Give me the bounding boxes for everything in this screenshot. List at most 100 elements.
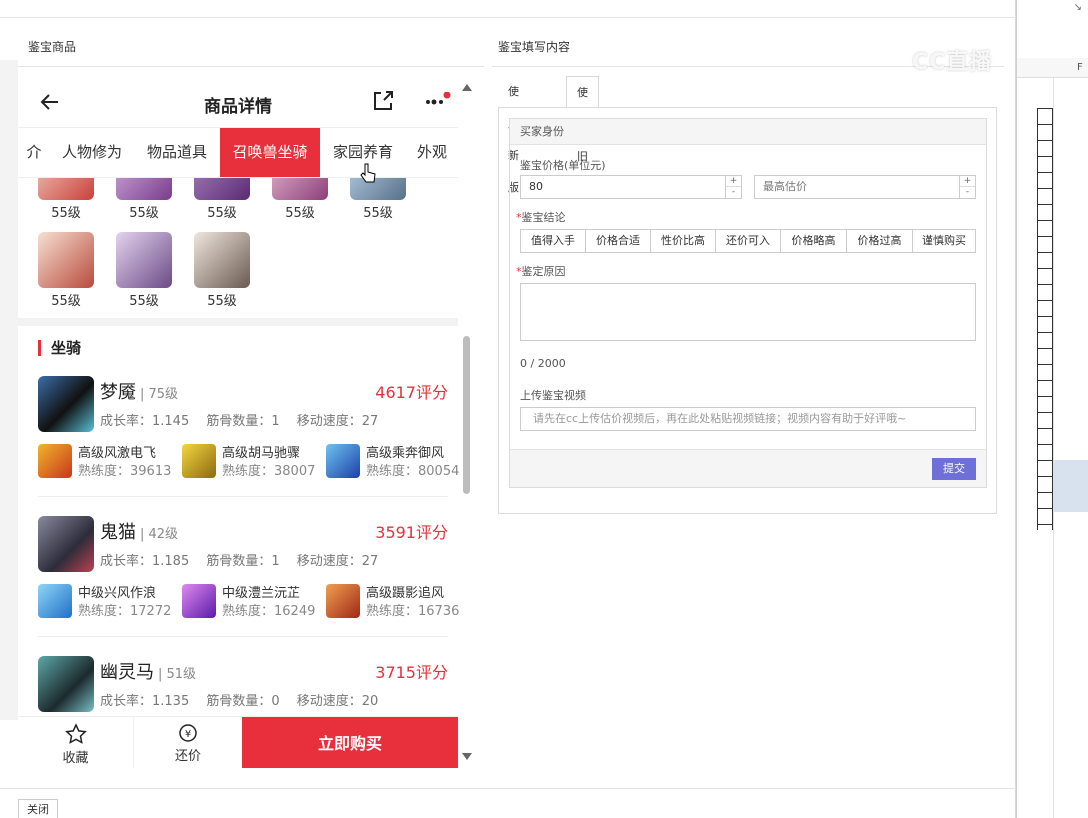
skill-proficiency: 熟练度：16249 [222,604,316,619]
pet-card[interactable]: 55级 [350,178,406,221]
star-icon [64,723,87,744]
tab-pets-mounts[interactable]: 召唤兽坐骑 [220,128,320,177]
scroll-down-icon[interactable] [462,753,472,760]
background-spreadsheet: ↘ F [1016,0,1088,818]
pet-card[interactable]: 55级 [116,232,172,309]
pet-card[interactable]: 55级 [194,232,250,309]
pet-card[interactable]: 55级 [38,178,94,221]
pet-level: 55级 [363,206,393,221]
mount-divider [38,636,448,637]
conclusion-option[interactable]: 值得入手 [520,229,586,253]
skill-proficiency: 熟练度：17272 [78,604,172,619]
mount-name: 幽灵马 [100,662,154,683]
pet-level: 55级 [207,294,237,309]
yen-icon: ¥ [179,724,197,742]
pet-level: 55级 [51,206,81,221]
reason-label-text: 鉴定原因 [521,265,566,278]
mount-level: | 42级 [140,527,179,542]
pet-level: 55级 [51,294,81,309]
mount-avatar [38,376,94,432]
mount-score: 4617评分 [375,383,448,402]
tab-new-version[interactable]: 使用新版 [498,76,529,194]
right-section-title: 鉴宝填写内容 [498,40,571,54]
submit-button[interactable]: 提交 [932,458,976,480]
scroll-thumb[interactable] [463,336,470,494]
mount-name: 梦魇 [100,382,136,403]
dialog-header [0,0,1016,18]
pet-card[interactable]: 55级 [194,178,250,221]
hand-cursor-icon [360,163,376,183]
skill: 高级蹑影追风 熟练度：16736 [326,582,470,619]
tab-intro[interactable]: 介 [24,128,44,177]
pet-card[interactable]: 55级 [116,178,172,221]
skill-icon [182,444,216,478]
mount-card[interactable]: 梦魇 | 75级 4617评分 成长率：1.145 筋骨数量：1 移动速度：27… [38,376,459,516]
conclusion-option[interactable]: 谨慎购买 [912,229,976,253]
video-link-input[interactable]: 请先在cc上传估价视频后，再在此处粘贴视频链接；视频内容有助于好评哦~ [520,407,976,431]
bargain-label: 还价 [174,749,201,764]
form-footer: 提交 [510,449,986,487]
max-price-placeholder: 最高估价 [763,180,807,193]
mount-score: 3591评分 [375,523,448,542]
tab-appearance[interactable]: 外观 [412,128,452,177]
reason-textarea[interactable] [520,283,976,341]
char-counter: 0 / 2000 [520,357,566,370]
column-header-f: F [1077,62,1083,73]
skill-icon [182,584,216,618]
max-price-spinner[interactable]: + - [959,176,975,198]
mount-score: 3715评分 [375,663,448,682]
reason-label: *鉴定原因 [516,265,566,278]
panel-scrollbar[interactable] [458,78,476,768]
mount-card[interactable]: 鬼猫 | 42级 3591评分 成长率：1.185 筋骨数量：1 移动速度：27… [38,516,459,656]
pet-grid: 55级 55级 55级 55级 55级 55级 55级 55级 [18,178,458,318]
price-spinner[interactable]: + - [725,176,741,198]
panel-title: 买家身份 [510,119,986,145]
close-button[interactable]: 关闭 [18,799,58,818]
tab-items[interactable]: 物品道具 [142,128,212,177]
mount-stats: 成长率：1.185 筋骨数量：1 移动速度：27 [100,554,379,569]
tab-character[interactable]: 人物修为 [56,128,128,177]
favorite-button[interactable]: 收藏 [18,717,134,768]
section-gap [18,318,458,326]
pet-level: 55级 [129,206,159,221]
bargain-button[interactable]: ¥ 还价 [134,717,242,768]
sheet-grid [1037,108,1053,530]
buy-now-button[interactable]: 立即购买 [242,717,458,768]
mount-section-title: 坐骑 [38,340,81,356]
skill: 中级澧兰沅芷 熟练度：16249 [182,582,326,619]
skill-name: 高级风激电飞 [78,446,157,461]
pet-card[interactable]: 55级 [38,232,94,309]
appraisal-dialog: 鉴宝商品 鉴宝填写内容 商品详情 介 人物修为 物品道具 召唤兽坐骑 家园养育 … [0,0,1016,818]
skill: 高级乘奔御风 熟练度：80054 [326,442,470,479]
pet-level: 55级 [285,206,315,221]
product-detail-panel: 商品详情 介 人物修为 物品道具 召唤兽坐骑 家园养育 外观 55级 55级 5… [18,78,476,768]
skill-name: 中级澧兰沅芷 [222,586,301,601]
favorite-label: 收藏 [62,751,89,766]
max-price-input[interactable]: 最高估价 + - [754,175,976,199]
dialog-footer: 关闭 [0,788,1016,818]
conclusion-option[interactable]: 还价可入 [715,229,781,253]
conclusion-option[interactable]: 性价比高 [650,229,716,253]
mount-level: | 75级 [140,387,179,402]
video-label: 上传鉴宝视频 [520,389,586,402]
conclusion-option[interactable]: 价格合适 [585,229,651,253]
pet-avatar [116,178,172,200]
scroll-up-icon[interactable] [462,84,472,91]
conclusion-option[interactable]: 价格略高 [780,229,847,253]
skill-icon [326,444,360,478]
skill: 高级胡马驰骤 熟练度：38007 [182,442,326,479]
left-edge-strip [0,60,18,720]
pet-avatar [350,178,406,200]
price-input[interactable]: 80 + - [520,175,742,199]
tab-old-version[interactable]: 使用旧版 [566,76,599,195]
price-label: 鉴宝价格(单位元) [520,159,606,172]
skill-name: 高级胡马驰骤 [222,446,301,461]
resize-corner-icon: ↘ [1073,2,1082,13]
share-icon[interactable] [372,90,394,112]
pet-avatar [194,232,250,288]
conclusion-option[interactable]: 价格过高 [846,229,913,253]
pet-card[interactable]: 55级 [272,178,328,221]
product-topbar: 商品详情 [18,78,458,128]
more-dots-icon[interactable] [422,92,452,112]
appraisal-form: 买家身份 鉴宝价格(单位元) 80 + - 最高估价 + - *鉴宝结论 值得入手 … [498,107,997,514]
